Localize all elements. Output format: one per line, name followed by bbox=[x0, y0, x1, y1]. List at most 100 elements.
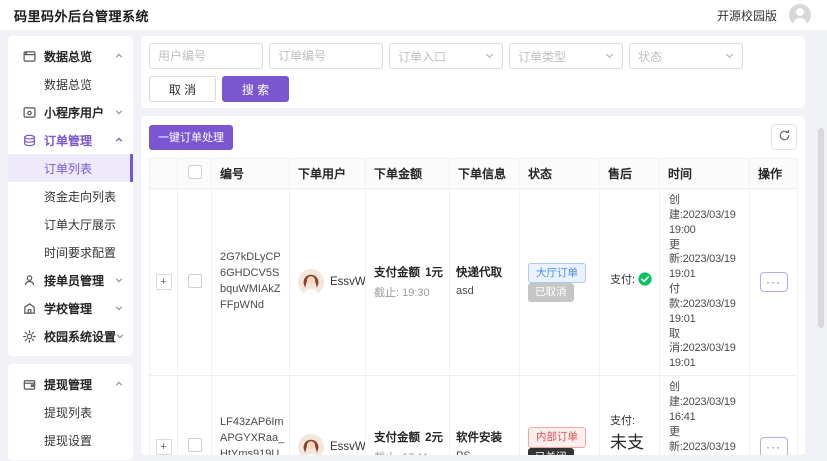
order-entry-select[interactable]: 订单入口 bbox=[389, 43, 503, 69]
sidebar-item-miniprogram-users[interactable]: 小程序用户 bbox=[8, 98, 133, 126]
customer-name: EssvWsKW bbox=[330, 276, 366, 288]
chevron-down-icon bbox=[605, 49, 614, 63]
expand-column-header bbox=[150, 159, 178, 189]
orders-icon bbox=[23, 134, 36, 147]
deadline-text: 截止: 17:11 bbox=[370, 449, 445, 455]
sidebar-item-order-hall-display[interactable]: 订单大厅展示 bbox=[8, 210, 133, 238]
cancel-button[interactable]: 取 消 bbox=[149, 76, 216, 102]
refresh-icon bbox=[778, 129, 791, 145]
row-checkbox[interactable] bbox=[188, 438, 202, 452]
more-actions-icon: ··· bbox=[766, 276, 781, 288]
sidebar-item-order-management[interactable]: 订单管理 bbox=[8, 126, 133, 154]
sidebar-item-time-requirement-config[interactable]: 时间要求配置 bbox=[8, 238, 133, 266]
user-avatar-icon[interactable] bbox=[789, 4, 811, 26]
sidebar-item-order-list[interactable]: 订单列表 bbox=[8, 154, 133, 182]
sidebar-item-school-management[interactable]: 学校管理 bbox=[8, 294, 133, 322]
app-title: 码里码外后台管理系统 bbox=[14, 6, 149, 25]
sidebar-item-data-overview[interactable]: 数据总览 bbox=[8, 42, 133, 70]
more-actions-button[interactable]: ··· bbox=[760, 437, 788, 455]
chevron-up-icon bbox=[115, 380, 123, 388]
order-id-text: 2G7kDLyCP6GHDCV5SbquWMIAkZFFpWNd bbox=[216, 250, 285, 314]
status-select[interactable]: 状态 bbox=[629, 43, 743, 69]
chevron-up-icon bbox=[115, 52, 123, 60]
order-status-tag: 已关闭 bbox=[528, 448, 574, 455]
column-header-info: 下单信息 bbox=[450, 159, 520, 189]
sidebar-withdraw-card: 提现管理 提现列表 提现设置 bbox=[8, 364, 133, 460]
order-description: PS bbox=[454, 449, 515, 455]
amount-value: 2元 bbox=[425, 429, 443, 445]
chevron-down-icon bbox=[115, 304, 123, 312]
scrollbar-thumb[interactable] bbox=[818, 128, 824, 328]
sidebar-item-fund-flow-list[interactable]: 资金走向列表 bbox=[8, 182, 133, 210]
sidebar-item-withdraw-settings[interactable]: 提现设置 bbox=[8, 426, 133, 454]
column-header-id: 编号 bbox=[212, 159, 290, 189]
school-icon bbox=[23, 302, 36, 315]
sidebar: 数据总览 数据总览 小程序用户 订单管理 订单列表 资金走向列表 bbox=[8, 36, 133, 461]
gear-icon bbox=[23, 330, 36, 343]
order-timestamps: 创建:2023/03/19 16:41 更新:2023/03/19 16:56 … bbox=[664, 380, 745, 455]
select-all-header bbox=[178, 159, 212, 189]
customer-avatar bbox=[298, 434, 324, 455]
order-id-field-wrap bbox=[269, 43, 383, 69]
amount-label: 支付金额 bbox=[374, 429, 420, 445]
customer-avatar bbox=[298, 269, 324, 295]
unpaid-text: 未支付 bbox=[610, 433, 644, 455]
more-actions-icon: ··· bbox=[766, 441, 781, 453]
amount-label: 支付金额 bbox=[374, 264, 420, 280]
deadline-text: 截止: 19:30 bbox=[370, 284, 445, 300]
dashboard-icon bbox=[23, 50, 36, 63]
order-category: 快递代取 bbox=[454, 264, 515, 280]
order-table-panel: 一键订单处理 编号 下单用户 下单金额 下单信息 bbox=[141, 116, 805, 455]
filter-panel: 订单入口 订单类型 状态 取 消 搜 索 bbox=[141, 36, 805, 108]
user-id-input[interactable] bbox=[158, 49, 254, 63]
order-id-input[interactable] bbox=[278, 49, 374, 63]
pay-label: 支付: bbox=[610, 415, 635, 427]
table-row: + LF43zAP6ImAPGYXRaa_HtYms919UmFJ3 EssvW… bbox=[150, 376, 798, 455]
order-description: asd bbox=[454, 284, 515, 299]
withdraw-icon bbox=[23, 378, 36, 391]
order-timestamps: 创建:2023/03/19 19:00 更新:2023/03/19 19:01 … bbox=[664, 193, 745, 371]
order-type-select[interactable]: 订单类型 bbox=[509, 43, 623, 69]
table-header-row: 编号 下单用户 下单金额 下单信息 状态 售后 时间 操作 bbox=[150, 159, 798, 189]
main-content: 订单入口 订单类型 状态 取 消 搜 索 一键订单处理 bbox=[141, 36, 805, 455]
sidebar-item-withdraw-management[interactable]: 提现管理 bbox=[8, 370, 133, 398]
top-bar: 码里码外后台管理系统 开源校园版 bbox=[0, 0, 827, 30]
chevron-down-icon bbox=[725, 49, 734, 63]
column-header-actions: 操作 bbox=[750, 159, 798, 189]
miniprogram-users-icon bbox=[23, 106, 36, 119]
sidebar-main-card: 数据总览 数据总览 小程序用户 订单管理 订单列表 资金走向列表 bbox=[8, 36, 133, 356]
order-source-tag: 大厅订单 bbox=[528, 263, 586, 284]
amount-value: 1元 bbox=[425, 264, 443, 280]
order-category: 软件安装 bbox=[454, 429, 515, 445]
sidebar-item-data-overview-sub[interactable]: 数据总览 bbox=[8, 70, 133, 98]
chevron-down-icon bbox=[115, 108, 123, 116]
order-id-text: LF43zAP6ImAPGYXRaa_HtYms919UmFJ3 bbox=[216, 415, 285, 455]
edition-label: 开源校园版 bbox=[717, 7, 777, 24]
expand-row-button[interactable]: + bbox=[156, 274, 172, 290]
refresh-button[interactable] bbox=[771, 124, 797, 150]
row-checkbox[interactable] bbox=[188, 274, 202, 288]
sidebar-item-withdraw-list[interactable]: 提现列表 bbox=[8, 398, 133, 426]
pay-label: 支付: bbox=[610, 274, 635, 286]
search-button[interactable]: 搜 索 bbox=[222, 76, 289, 102]
sidebar-item-courier-management[interactable]: 接单员管理 bbox=[8, 266, 133, 294]
order-status-tag: 已取消 bbox=[528, 283, 574, 302]
order-table: 编号 下单用户 下单金额 下单信息 状态 售后 时间 操作 + bbox=[149, 158, 798, 455]
column-header-user: 下单用户 bbox=[290, 159, 366, 189]
column-header-aftersale: 售后 bbox=[600, 159, 660, 189]
column-header-status: 状态 bbox=[520, 159, 600, 189]
sidebar-item-campus-system-settings[interactable]: 校园系统设置 bbox=[8, 322, 133, 350]
table-row: + 2G7kDLyCP6GHDCV5SbquWMIAkZFFpWNd EssvW… bbox=[150, 189, 798, 376]
chevron-down-icon bbox=[115, 276, 123, 284]
select-all-checkbox[interactable] bbox=[188, 165, 202, 179]
bulk-order-process-button[interactable]: 一键订单处理 bbox=[149, 125, 233, 150]
paid-check-icon bbox=[638, 272, 652, 292]
expand-row-button[interactable]: + bbox=[156, 439, 172, 455]
chevron-down-icon bbox=[116, 332, 124, 340]
chevron-up-icon bbox=[115, 136, 123, 144]
column-header-time: 时间 bbox=[660, 159, 750, 189]
more-actions-button[interactable]: ··· bbox=[760, 272, 788, 292]
courier-icon bbox=[23, 274, 36, 287]
order-source-tag: 内部订单 bbox=[528, 427, 586, 448]
user-id-field-wrap bbox=[149, 43, 263, 69]
